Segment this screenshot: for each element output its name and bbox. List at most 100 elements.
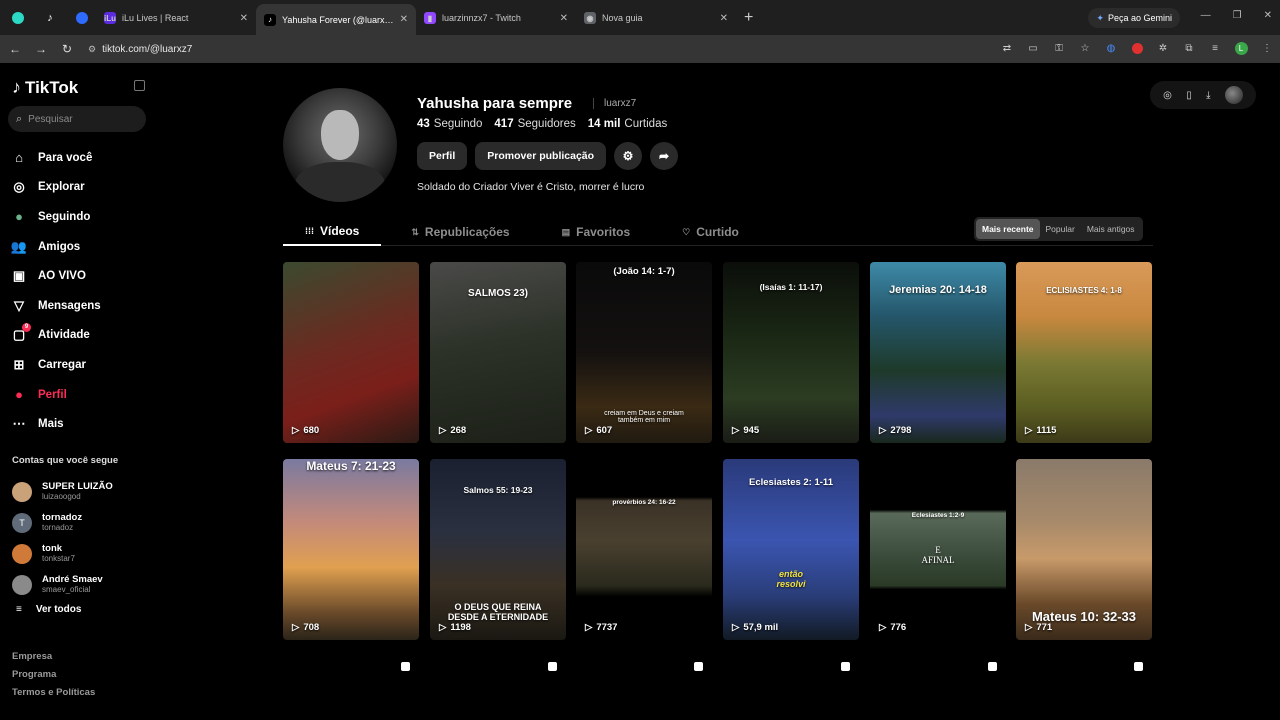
video-card[interactable]: ▷ 680 (283, 262, 419, 443)
video-card[interactable]: ECLISIASTES 4: 1-8 ▷ 1115 (1016, 262, 1152, 443)
video-card[interactable]: Jeremias 20: 14-18 ▷ 2798 (870, 262, 1006, 443)
video-card[interactable]: Mateus 7: 21-23 ▷ 708 (283, 459, 419, 640)
phone-icon[interactable]: ▯ (1186, 90, 1192, 101)
gemini-button[interactable]: ✦ Peça ao Gemini (1088, 8, 1180, 28)
profile-avatar-icon[interactable]: L (1234, 41, 1248, 55)
key-icon[interactable]: ⚿ (1052, 41, 1066, 55)
following-stat[interactable]: 43 Seguindo (417, 118, 482, 130)
new-tab-icon[interactable]: + (744, 9, 753, 27)
followed-account[interactable]: André Smaev smaev_oficial (12, 569, 113, 600)
sidebar-item-mensagens[interactable]: ▽ Mensagens (10, 291, 155, 321)
sidebar-item-para-você[interactable]: ⌂ Para você (10, 143, 155, 173)
followers-stat[interactable]: 417 Seguidores (494, 118, 575, 130)
tab-close-icon[interactable]: ✕ (560, 13, 568, 24)
video-card[interactable]: (Isaías 1: 11-17) ▷ 945 (723, 262, 859, 443)
compass-icon[interactable]: ◎ (1163, 90, 1172, 101)
user-avatar[interactable] (1224, 86, 1243, 104)
tab-vídeos[interactable]: ⁞⁞⁞ Vídeos (283, 218, 382, 246)
profile-avatar[interactable] (283, 88, 397, 202)
share-button[interactable]: ➦ (650, 142, 679, 170)
video-subtitle: O DEUS QUE REINA DESDE A ETERNIDADE (447, 602, 549, 622)
video-card[interactable]: SALMOS 23) ▷ 268 (430, 262, 566, 443)
reload-icon[interactable]: ↻ (56, 42, 78, 56)
tab-republicações[interactable]: ⇅ Republicações (389, 218, 531, 246)
sidebar-item-seguindo[interactable]: ● Seguindo (10, 202, 155, 232)
back-icon[interactable]: ← (4, 42, 26, 56)
tiktok-logo[interactable]: ♪ TikTok (12, 77, 78, 98)
video-card[interactable]: (João 14: 1-7) creiam em Deus e creiam ta… (576, 262, 712, 443)
view-count-value: 708 (303, 622, 320, 633)
promote-post-button[interactable]: Promover publicação (475, 142, 607, 170)
browser-tab[interactable]: ◉ Nova guia ✕ (576, 4, 736, 32)
media-icon[interactable]: ≡ (1208, 41, 1222, 55)
footer-link[interactable]: Empresa (12, 648, 95, 666)
video-card[interactable]: Eclesiastes 1:2-9 E AFINAL ▷ 776 (870, 459, 1006, 640)
tab-close-icon[interactable]: ✕ (720, 13, 728, 24)
sort-option[interactable]: Popular (1040, 219, 1081, 239)
view-count: ▷ 776 (879, 622, 906, 633)
extension-blue-icon[interactable]: ◍ (1104, 41, 1118, 55)
profile-name: Yahusha para sempre (417, 95, 573, 112)
see-all-link[interactable]: ≡ Ver todos (16, 604, 113, 615)
sidebar-item-explorar[interactable]: ◎ Explorar (10, 173, 155, 203)
url-field[interactable]: ⚙ tiktok.com/@luarxz7 (88, 44, 192, 55)
minimize-icon[interactable]: — (1201, 10, 1211, 21)
sidebar-item-label: Perfil (38, 388, 67, 401)
sidebar-item-carregar[interactable]: ⊞ Carregar (10, 350, 155, 380)
edit-profile-button[interactable]: Perfil (417, 142, 468, 170)
following-avatar-icon: ● (15, 209, 23, 225)
sort-option[interactable]: Mais antigos (1081, 219, 1141, 239)
followed-account[interactable]: Ttornadoz tornadoz (12, 507, 113, 538)
pinned-icon (401, 662, 410, 671)
video-subtitle: E AFINAL (921, 545, 955, 565)
video-card[interactable]: Salmos 55: 19-23 O DEUS QUE REINA DESDE A… (430, 459, 566, 640)
puzzle-icon[interactable]: ⧉ (1182, 41, 1196, 55)
browser-tab[interactable]: ▮ luarzinnzx7 - Twitch ✕ (416, 4, 576, 32)
close-window-icon[interactable]: ✕ (1264, 10, 1272, 21)
footer-link[interactable]: Termos e Políticas (12, 684, 95, 702)
collapse-sidebar-icon[interactable] (134, 80, 145, 91)
pinned-tab-chrome[interactable] (4, 4, 32, 32)
video-card[interactable]: Eclesiastes 2: 1-11 então resolvi ▷ 57,9 mi… (723, 459, 859, 640)
pinned-tab-messenger[interactable] (68, 4, 96, 32)
download-icon[interactable]: ⤓ (1206, 90, 1210, 101)
tab-curtido[interactable]: ♡ Curtido (660, 218, 761, 246)
tab-favoritos[interactable]: ▤ Favoritos (540, 218, 653, 246)
sidebar-item-perfil[interactable]: ● Perfil (10, 380, 155, 410)
sidebar-item-amigos[interactable]: 👥 Amigos (10, 232, 155, 262)
extension-red-icon[interactable] (1130, 41, 1144, 55)
footer-link[interactable]: Programa (12, 666, 95, 684)
extension-gray-icon[interactable]: ✲ (1156, 41, 1170, 55)
sidebar-item-label: Carregar (38, 358, 86, 371)
sort-segmented-control: Mais recente Popular Mais antigos (974, 217, 1143, 241)
play-icon: ▷ (1025, 425, 1033, 436)
tab-close-icon[interactable]: ✕ (240, 13, 248, 24)
tab-close-icon[interactable]: ✕ (400, 14, 408, 25)
settings-button[interactable]: ⚙ (614, 142, 643, 170)
pinned-tab-tiktok[interactable]: ♪ (36, 4, 64, 32)
video-caption: provérbios 24: 16-22 (612, 499, 676, 506)
maximize-icon[interactable]: ❐ (1233, 10, 1242, 21)
cast-icon[interactable]: ▭ (1026, 41, 1040, 55)
browser-tab[interactable]: iLu iLu Lives | React ✕ (96, 4, 256, 32)
site-info-icon[interactable]: ⚙ (88, 44, 96, 55)
search-input[interactable]: ⌕ Pesquisar (8, 106, 146, 132)
sidebar-item-ao-vivo[interactable]: ▣ AO VIVO (10, 261, 155, 291)
view-count-value: 607 (596, 425, 613, 436)
account-handle: smaev_oficial (42, 585, 91, 594)
star-icon[interactable]: ☆ (1078, 41, 1092, 55)
menu-kebab-icon[interactable]: ⋮ (1260, 41, 1274, 55)
followed-account[interactable]: tonk tonkstar7 (12, 538, 113, 569)
video-card[interactable]: Mateus 10: 32-33 ▷ 771 (1016, 459, 1152, 640)
translate-icon[interactable]: ⇄ (1000, 41, 1014, 55)
followers-label: Seguidores (517, 118, 576, 130)
view-count-value: 771 (1036, 622, 1053, 633)
sidebar-item-mais[interactable]: ⋯ Mais (10, 409, 155, 439)
sort-option[interactable]: Mais recente (976, 219, 1040, 239)
followed-account[interactable]: SUPER LUIZÃO luizaoogod (12, 476, 113, 507)
play-icon: ▷ (292, 425, 300, 436)
browser-tab[interactable]: ♪ Yahusha Forever (@luarxz7) | TikTok ✕ (256, 4, 416, 35)
video-card[interactable]: provérbios 24: 16-22 ▷ 7737 (576, 459, 712, 640)
sidebar-item-atividade[interactable]: ▢ Atividade 9 (10, 321, 155, 351)
forward-icon[interactable]: → (30, 42, 52, 56)
